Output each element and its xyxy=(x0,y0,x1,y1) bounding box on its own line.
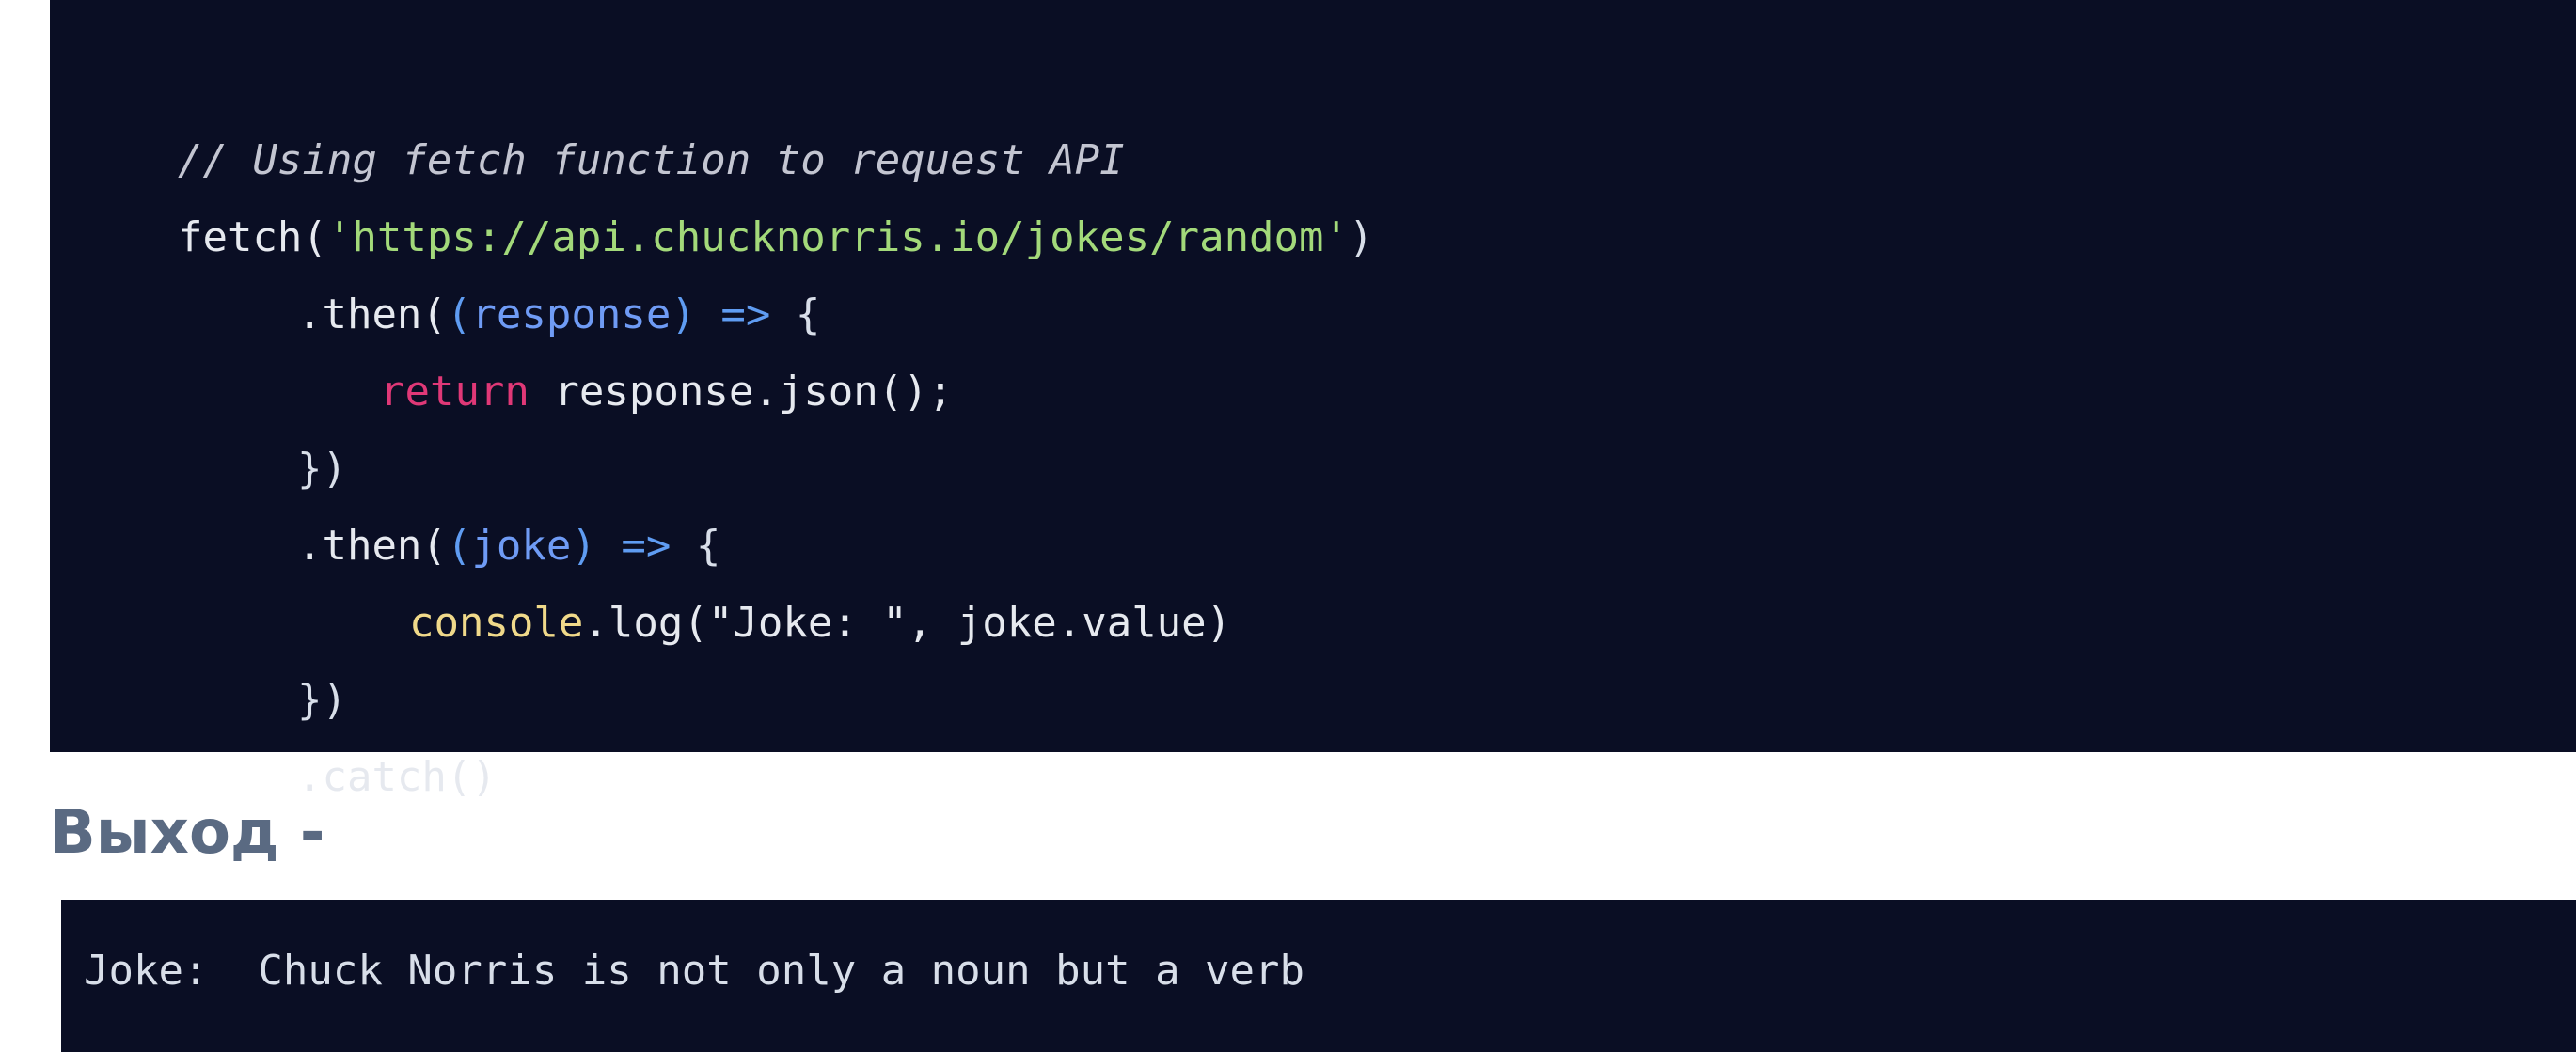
code-return-keyword: return xyxy=(379,368,529,416)
code-line-close-2: }) xyxy=(198,585,347,724)
code-line-comment: // Using fetch function to request API xyxy=(78,45,1125,184)
code-line-close-1: }) xyxy=(198,353,347,493)
output-text: Joke: Chuck Norris is not only a noun bu… xyxy=(84,947,1305,995)
code-line-return: return response.json(); xyxy=(280,276,953,416)
code-fetch-close: ) xyxy=(1349,213,1374,261)
code-catch-call: .catch() xyxy=(296,753,497,801)
code-console-builtin: console xyxy=(408,599,584,647)
code-line-then-response: .then((response) => { xyxy=(198,199,820,338)
code-log-call: .log("Joke: ", joke.value) xyxy=(583,599,1232,647)
code-line-fetch: fetch('https://api.chucknorris.io/jokes/… xyxy=(78,122,1374,261)
output-block: Joke: Chuck Norris is not only a noun bu… xyxy=(61,900,2576,1052)
code-block: // Using fetch function to request API f… xyxy=(50,0,2576,801)
code-line-then-joke: .then((joke) => { xyxy=(198,431,720,570)
code-line-console-log: console.log("Joke: ", joke.value) xyxy=(309,508,1231,647)
output-heading: Выход - xyxy=(50,798,325,868)
code-line-catch: .catch() xyxy=(198,662,497,801)
code-return-expr: response.json(); xyxy=(529,368,954,416)
